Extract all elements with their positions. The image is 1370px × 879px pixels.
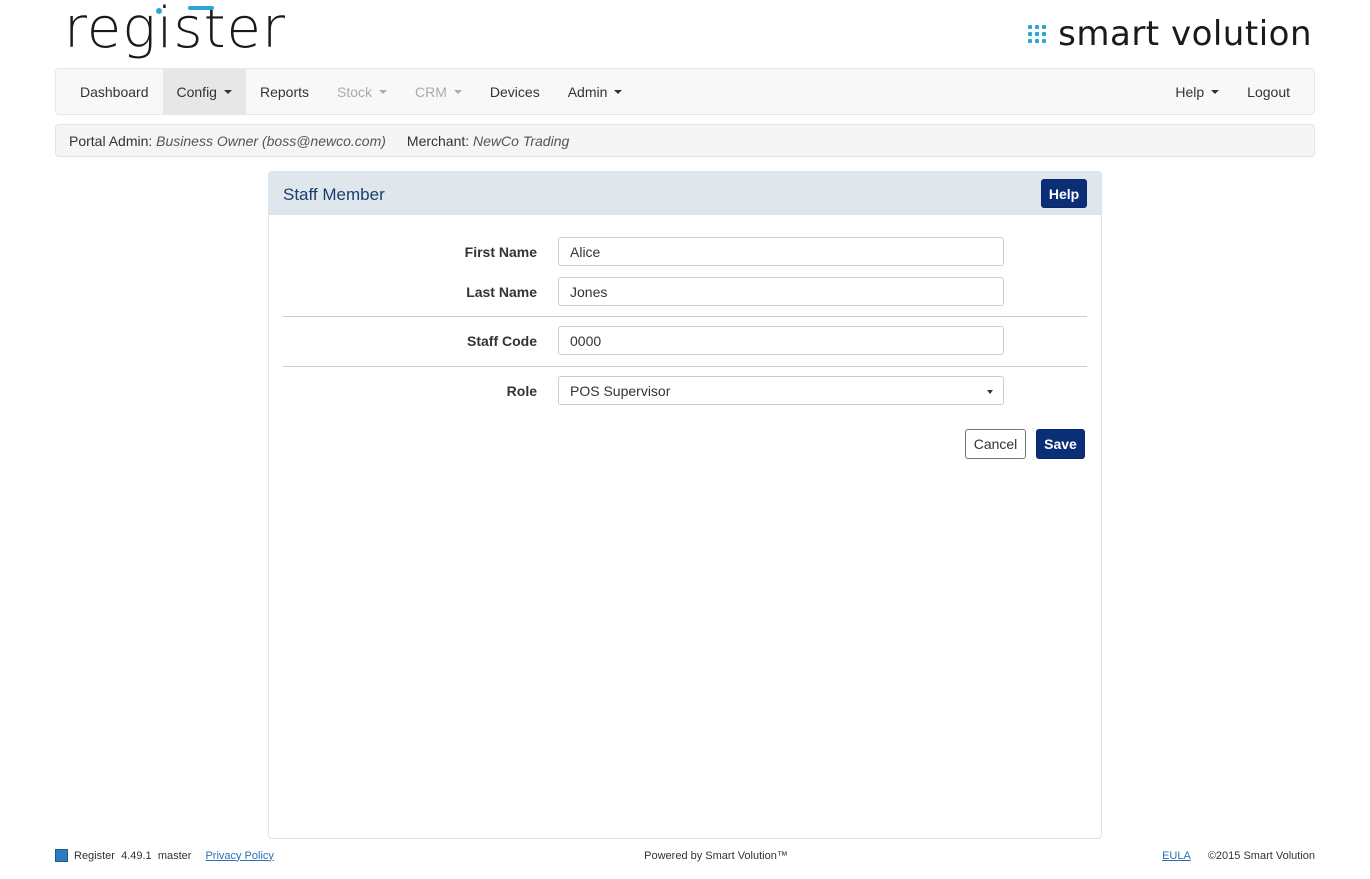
form-divider — [283, 316, 1087, 317]
staff-code-input[interactable]: 0000 — [558, 326, 1004, 355]
portal-admin-label: Portal Admin: — [69, 132, 153, 149]
nav-devices-label: Devices — [489, 83, 540, 100]
role-label: Role — [506, 383, 537, 399]
context-info-bar: Portal Admin: Business Owner (boss@newco… — [55, 124, 1315, 157]
register-logo: register — [64, 0, 314, 64]
nav-crm[interactable]: CRM — [401, 69, 476, 114]
first-name-label: First Name — [464, 244, 537, 260]
nav-config[interactable]: Config — [162, 69, 246, 114]
cancel-button[interactable]: Cancel — [965, 429, 1026, 459]
register-logo-text: register — [64, 0, 287, 61]
first-name-input[interactable]: Alice — [558, 237, 1004, 266]
smart-volution-logo: smart volution — [1028, 14, 1312, 54]
nav-help-label: Help — [1175, 83, 1205, 100]
staff-code-label: Staff Code — [467, 333, 537, 349]
first-name-row: First Name Alice — [269, 237, 1101, 269]
main-navbar: Dashboard Config Reports Stock CRM Devic… — [55, 68, 1315, 115]
nav-dashboard-label: Dashboard — [80, 83, 149, 100]
copyright-text: ©2015 Smart Volution — [1207, 850, 1315, 862]
portal-admin-value: Business Owner (boss@newco.com) — [156, 132, 386, 149]
form-divider — [283, 366, 1087, 367]
chevron-down-icon — [987, 390, 993, 394]
nav-dashboard[interactable]: Dashboard — [66, 69, 163, 114]
staff-code-row: Staff Code 0000 — [269, 326, 1101, 358]
nav-reports-label: Reports — [259, 83, 309, 100]
caret-down-icon — [614, 89, 623, 94]
role-select[interactable]: POS Supervisor — [558, 376, 1004, 405]
merchant-value: NewCo Trading — [473, 132, 570, 149]
nav-stock-label: Stock — [337, 83, 373, 100]
nav-crm-label: CRM — [415, 83, 447, 100]
merchant-label: Merchant: — [406, 132, 470, 149]
dot-grid-icon — [1028, 25, 1047, 43]
nav-admin[interactable]: Admin — [554, 69, 637, 114]
nav-config-label: Config — [176, 83, 217, 100]
merchant-info: Merchant: NewCo Trading — [407, 133, 569, 149]
role-select-value: POS Supervisor — [570, 382, 671, 399]
nav-logout-label: Logout — [1247, 83, 1290, 100]
role-row: Role POS Supervisor — [269, 376, 1101, 408]
last-name-label: Last Name — [466, 284, 537, 300]
last-name-input[interactable]: Jones — [558, 277, 1004, 306]
nav-right: Help Logout — [1161, 69, 1304, 114]
nav-reports[interactable]: Reports — [246, 69, 323, 114]
nav-admin-label: Admin — [567, 83, 608, 100]
nav-devices[interactable]: Devices — [476, 69, 554, 114]
smart-volution-logo-text: smart volution — [1058, 14, 1312, 54]
portal-admin-info: Portal Admin: Business Owner (boss@newco… — [69, 133, 386, 149]
caret-down-icon — [1211, 89, 1220, 94]
nav-stock[interactable]: Stock — [323, 69, 401, 114]
page-footer: Register 4.49.1 master Privacy Policy Po… — [55, 849, 1315, 865]
eula-link[interactable]: EULA — [1162, 850, 1191, 862]
save-button[interactable]: Save — [1036, 429, 1085, 459]
logo-accent-bar — [188, 6, 214, 10]
nav-logout[interactable]: Logout — [1233, 69, 1304, 114]
logo-dot — [156, 8, 162, 14]
footer-right: EULA ©2015 Smart Volution — [1162, 850, 1315, 862]
nav-help[interactable]: Help — [1161, 69, 1233, 114]
caret-down-icon — [453, 89, 462, 94]
panel-title: Staff Member — [283, 185, 385, 204]
staff-member-panel: Staff Member Help First Name Alice Last … — [268, 171, 1102, 839]
caret-down-icon — [379, 89, 388, 94]
help-button[interactable]: Help — [1041, 179, 1087, 208]
last-name-row: Last Name Jones — [269, 277, 1101, 309]
panel-header: Staff Member Help — [269, 172, 1101, 215]
nav-left: Dashboard Config Reports Stock CRM Devic… — [66, 69, 636, 114]
caret-down-icon — [223, 89, 232, 94]
